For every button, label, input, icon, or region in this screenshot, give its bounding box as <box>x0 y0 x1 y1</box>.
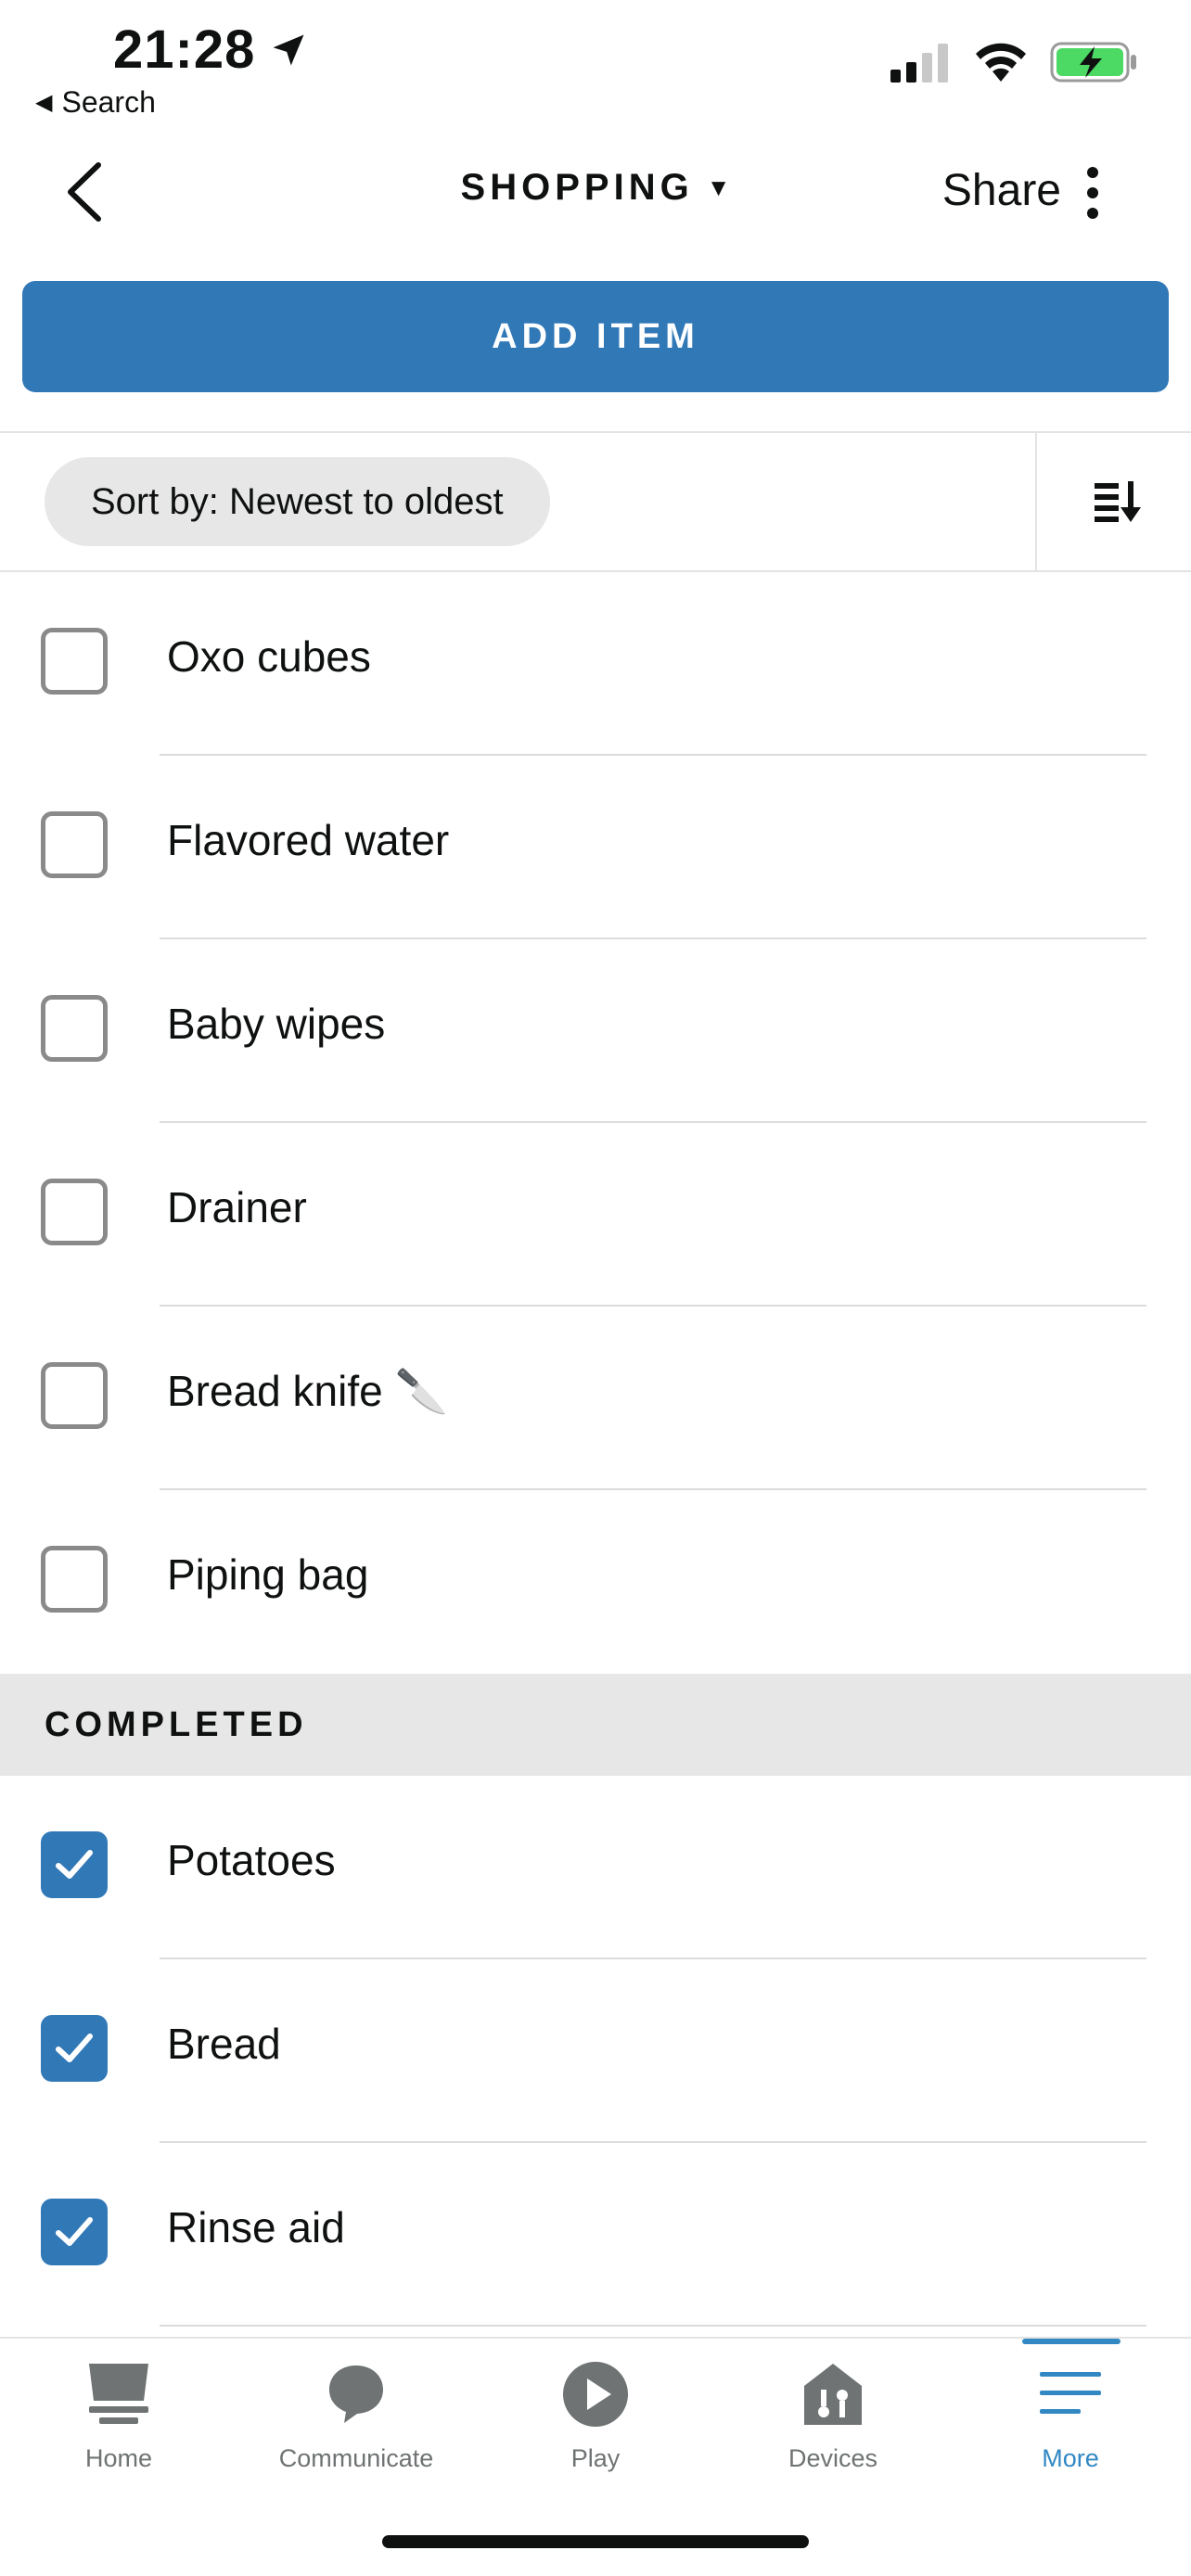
item-checkbox[interactable] <box>41 811 108 878</box>
list-item[interactable]: Piping bag <box>0 1490 1191 1674</box>
back-to-app-link[interactable]: ◀ Search <box>35 85 156 120</box>
completed-section-header: COMPLETED <box>0 1674 1191 1776</box>
active-tab-indicator <box>1022 2339 1121 2344</box>
list-item[interactable]: Flavored water <box>0 756 1191 939</box>
item-checkbox[interactable] <box>41 1179 108 1245</box>
sort-divider <box>1035 433 1037 572</box>
sort-order-icon[interactable] <box>1093 479 1145 526</box>
list-title: SHOPPING <box>460 167 694 208</box>
nav-home-label: Home <box>84 2444 153 2472</box>
list-item[interactable]: Drainer <box>0 1123 1191 1307</box>
back-triangle-icon: ◀ <box>35 90 53 115</box>
nav-communicate[interactable]: Communicate <box>263 2357 449 2506</box>
list-item[interactable]: Bread knife 🔪 <box>0 1307 1191 1490</box>
checkmark-icon <box>56 2034 93 2062</box>
list-item[interactable]: Oxo cubes <box>0 572 1191 756</box>
sort-bar: Sort by: Newest to oldest <box>0 431 1191 572</box>
add-item-button[interactable]: ADD ITEM <box>22 281 1169 392</box>
item-checkbox[interactable] <box>41 995 108 1062</box>
item-label: Rinse aid <box>167 2203 345 2251</box>
location-arrow-icon <box>273 34 304 65</box>
nav-play[interactable]: Play <box>503 2357 688 2506</box>
status-time-text: 21:28 <box>113 19 256 80</box>
item-label: Oxo cubes <box>167 632 371 681</box>
item-label: Potatoes <box>167 1836 336 1884</box>
item-checkbox[interactable] <box>41 1362 108 1429</box>
status-bar: 21:28 ◀ Search <box>0 0 1191 130</box>
more-options-icon[interactable] <box>1083 165 1102 221</box>
checkmark-icon <box>56 1850 93 1879</box>
battery-charging-icon <box>1050 42 1136 83</box>
item-checkbox-checked[interactable] <box>41 1831 108 1898</box>
sort-chip[interactable]: Sort by: Newest to oldest <box>45 457 550 546</box>
completed-item[interactable]: Rinse aid <box>0 2143 1191 2327</box>
item-label: Bread knife 🔪 <box>167 1367 448 1415</box>
nav-devices[interactable]: Devices <box>740 2357 926 2506</box>
item-label: Flavored water <box>167 816 450 864</box>
row-divider <box>160 2325 1146 2327</box>
item-checkbox[interactable] <box>41 628 108 695</box>
home-icon <box>89 2364 148 2424</box>
play-icon <box>563 2362 628 2427</box>
list-item[interactable]: Baby wipes <box>0 939 1191 1123</box>
nav-home[interactable]: Home <box>26 2357 211 2506</box>
item-label: Drainer <box>167 1183 307 1231</box>
wifi-icon <box>976 43 1026 82</box>
checkmark-icon <box>56 2217 93 2246</box>
item-label: Baby wipes <box>167 1000 386 1048</box>
item-label: Bread <box>167 2020 281 2068</box>
item-checkbox-checked[interactable] <box>41 2015 108 2082</box>
status-icons <box>889 41 1139 83</box>
item-checkbox-checked[interactable] <box>41 2199 108 2265</box>
nav-more-label: More <box>1042 2444 1099 2472</box>
cellular-signal-icon <box>890 44 948 83</box>
communicate-icon <box>329 2366 383 2423</box>
list-header: SHOPPING ▼ Share <box>0 139 1191 241</box>
status-time: 21:28 <box>113 19 309 81</box>
nav-communicate-label: Communicate <box>278 2444 434 2472</box>
nav-devices-label: Devices <box>788 2444 878 2472</box>
more-menu-icon <box>1040 2372 1101 2414</box>
item-label: Piping bag <box>167 1550 369 1599</box>
completed-item[interactable]: Bread <box>0 1959 1191 2143</box>
devices-icon <box>804 2364 862 2425</box>
shopping-list: Oxo cubes Flavored water Baby wipes Drai… <box>0 572 1191 2327</box>
back-to-app-label: Search <box>61 85 156 119</box>
home-indicator <box>382 2535 809 2548</box>
dropdown-caret-icon: ▼ <box>706 173 731 201</box>
item-checkbox[interactable] <box>41 1546 108 1613</box>
share-button[interactable]: Share <box>942 165 1061 216</box>
nav-play-label: Play <box>570 2444 621 2472</box>
completed-item[interactable]: Potatoes <box>0 1776 1191 1959</box>
nav-more[interactable]: More <box>978 2357 1163 2506</box>
